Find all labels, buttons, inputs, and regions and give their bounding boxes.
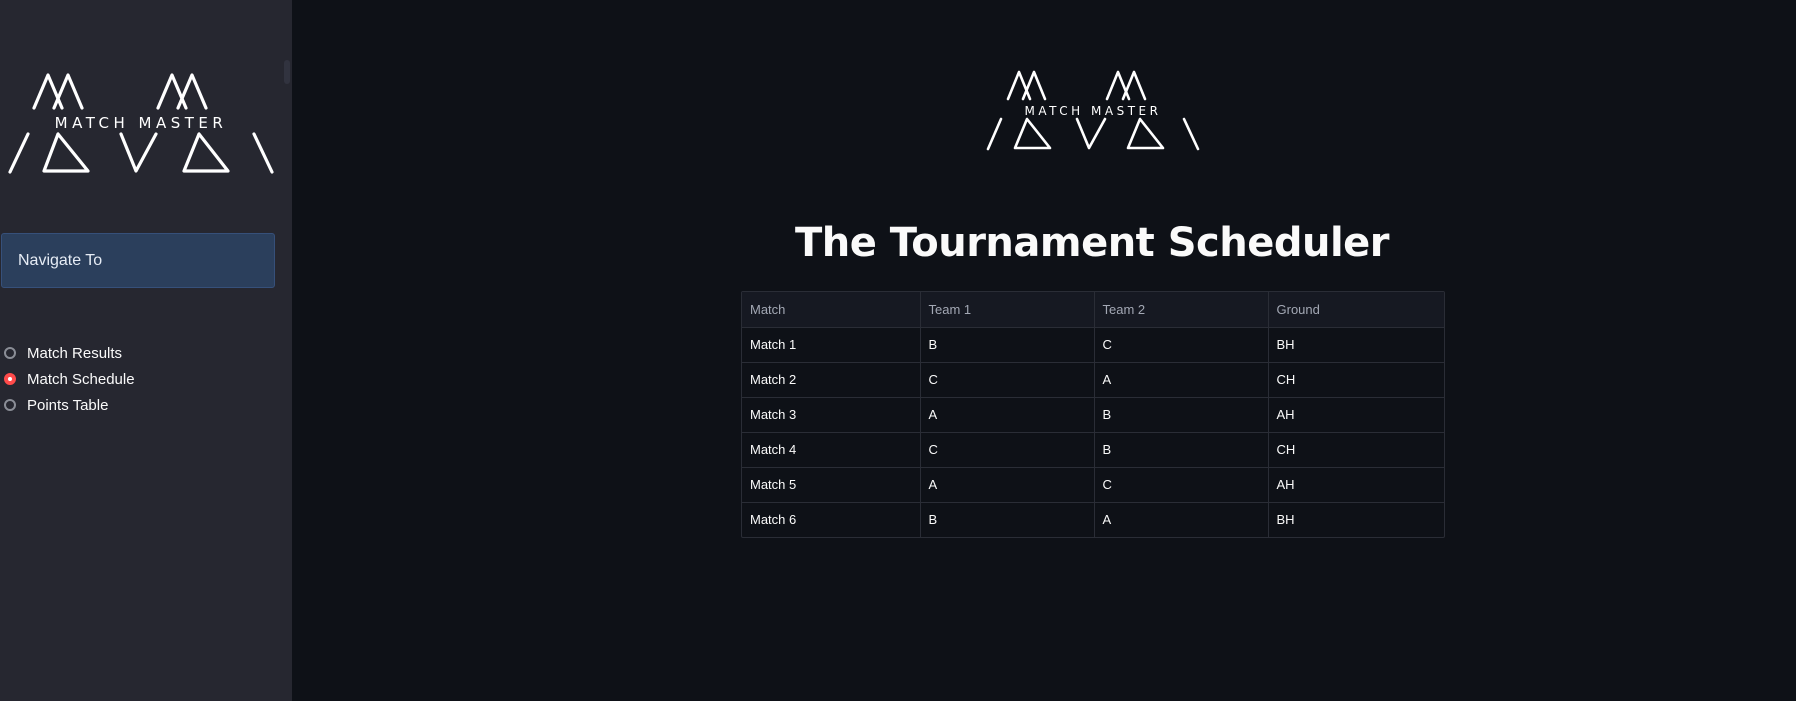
table-cell[interactable]: A (920, 397, 1095, 433)
table-row: Match 1 B C BH (742, 327, 1444, 363)
logo-text: MATCH MASTER (55, 114, 228, 132)
table-cell[interactable]: Match 3 (742, 397, 921, 433)
table-cell[interactable]: Match 5 (742, 467, 921, 503)
table-cell[interactable]: Match 2 (742, 362, 921, 398)
table-row: Match 2 C A CH (742, 362, 1444, 398)
navigate-to-header: Navigate To (1, 233, 275, 288)
table-cell[interactable]: B (1094, 432, 1269, 468)
match-master-logo-icon: MATCH MASTER (8, 73, 274, 174)
table-cell[interactable]: AH (1268, 397, 1444, 433)
table-row: Match 6 B A BH (742, 502, 1444, 537)
table-cell[interactable]: AH (1268, 467, 1444, 503)
table-cell[interactable]: BH (1268, 327, 1444, 363)
navigate-to-label: Navigate To (18, 251, 103, 269)
radio-match-schedule[interactable]: Match Schedule (4, 366, 135, 392)
table-cell[interactable]: C (1094, 327, 1269, 363)
table-cell[interactable]: C (920, 432, 1095, 468)
table-cell[interactable]: Match 1 (742, 327, 921, 363)
navigation-radio-group: Match Results Match Schedule Points Tabl… (4, 340, 135, 418)
table-cell[interactable]: B (920, 502, 1095, 537)
table-cell[interactable]: CH (1268, 432, 1444, 468)
table-cell[interactable]: B (1094, 397, 1269, 433)
table-cell[interactable]: C (920, 362, 1095, 398)
table-cell[interactable]: CH (1268, 362, 1444, 398)
radio-match-results[interactable]: Match Results (4, 340, 135, 366)
table-cell[interactable]: Match 4 (742, 432, 921, 468)
table-cell[interactable]: BH (1268, 502, 1444, 537)
column-header-team-2[interactable]: Team 2 (1094, 292, 1269, 328)
table-cell[interactable]: B (920, 327, 1095, 363)
column-header-team-1[interactable]: Team 1 (920, 292, 1095, 328)
table-cell[interactable]: A (1094, 502, 1269, 537)
table-row: Match 5 A C AH (742, 467, 1444, 503)
column-header-match[interactable]: Match (742, 292, 921, 328)
sidebar-resize-handle[interactable] (284, 60, 290, 84)
radio-unselected-icon (4, 399, 16, 411)
table-cell[interactable]: C (1094, 467, 1269, 503)
sidebar: MATCH MASTER Navigate To Match Results M… (0, 0, 292, 701)
table-cell[interactable]: Match 6 (742, 502, 921, 537)
match-master-logo-icon: MATCH MASTER (986, 70, 1200, 151)
radio-selected-icon (4, 373, 16, 385)
table-header-row: Match Team 1 Team 2 Ground (742, 292, 1444, 328)
app-root: MATCH MASTER Navigate To Match Results M… (0, 0, 1796, 701)
radio-unselected-icon (4, 347, 16, 359)
table-cell[interactable]: A (1094, 362, 1269, 398)
table-row: Match 4 C B CH (742, 432, 1444, 468)
schedule-table[interactable]: Match Team 1 Team 2 Ground Match 1 B C B… (741, 291, 1445, 538)
radio-label: Match Schedule (27, 370, 135, 388)
radio-label: Match Results (27, 344, 123, 362)
column-header-ground[interactable]: Ground (1268, 292, 1444, 328)
table-cell[interactable]: A (920, 467, 1095, 503)
page-title: The Tournament Scheduler (794, 220, 1390, 266)
table-row: Match 3 A B AH (742, 397, 1444, 433)
radio-label: Points Table (27, 396, 109, 414)
logo-text: MATCH MASTER (1025, 104, 1162, 118)
radio-points-table[interactable]: Points Table (4, 392, 135, 418)
